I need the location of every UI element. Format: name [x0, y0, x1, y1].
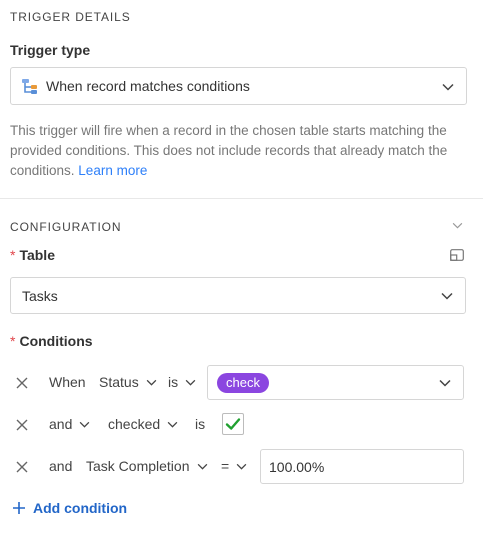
required-mark: * — [10, 247, 16, 263]
condition-operator: is — [168, 374, 179, 390]
add-condition-button[interactable]: Add condition — [12, 500, 127, 516]
remove-condition-icon[interactable] — [14, 459, 30, 475]
condition-operator-dropdown[interactable]: = — [221, 458, 247, 474]
collapse-chevron-icon[interactable] — [452, 222, 463, 229]
trigger-type-select[interactable]: When record matches conditions — [10, 67, 467, 105]
table-label-text: Table — [19, 247, 55, 263]
table-value: Tasks — [22, 288, 58, 304]
plus-icon — [13, 502, 25, 514]
section-divider — [0, 198, 483, 199]
condition-row: and Task Completion = 100.00% — [0, 449, 483, 485]
condition-field: Task Completion — [86, 458, 190, 474]
table-select[interactable]: Tasks — [10, 277, 466, 314]
condition-value-checkbox[interactable] — [222, 413, 244, 435]
trigger-type-icon — [21, 78, 39, 96]
required-mark: * — [10, 333, 16, 349]
learn-more-link[interactable]: Learn more — [78, 163, 147, 178]
condition-value-input[interactable]: 100.00% — [260, 449, 464, 484]
trigger-details-heading: TRIGGER DETAILS — [10, 10, 131, 24]
condition-connector: and — [49, 458, 73, 474]
trigger-description-text: This trigger will fire when a record in … — [10, 123, 448, 178]
condition-connector-dropdown[interactable]: and — [49, 416, 90, 432]
chevron-down-icon — [185, 379, 196, 386]
trigger-type-value: When record matches conditions — [46, 78, 250, 94]
condition-operator: = — [221, 458, 230, 474]
condition-operator: is — [195, 416, 206, 432]
condition-row: When Status is check — [0, 365, 483, 401]
condition-field-dropdown[interactable]: checked — [108, 416, 178, 432]
condition-value: 100.00% — [269, 459, 325, 475]
expand-record-icon[interactable] — [450, 249, 464, 261]
chevron-down-icon — [236, 463, 247, 470]
status-pill: check — [217, 373, 269, 393]
chevron-down-icon — [80, 421, 90, 428]
condition-connector: and — [49, 416, 73, 432]
conditions-label-text: Conditions — [19, 333, 93, 349]
condition-field-dropdown[interactable]: Status — [99, 374, 157, 390]
condition-operator-dropdown[interactable]: is — [168, 374, 196, 390]
trigger-description: This trigger will fire when a record in … — [10, 121, 470, 181]
condition-field: Status — [99, 374, 139, 390]
chevron-down-icon — [146, 379, 157, 386]
chevron-down-icon — [439, 379, 451, 387]
trigger-type-label: Trigger type — [10, 42, 91, 58]
table-label: * Table — [10, 247, 55, 263]
chevron-down-icon — [442, 83, 454, 91]
remove-condition-icon[interactable] — [14, 375, 30, 391]
conditions-label: * Conditions — [10, 333, 93, 349]
condition-value-select[interactable]: check — [207, 365, 464, 400]
chevron-down-icon — [197, 463, 207, 470]
condition-field: checked — [108, 416, 161, 432]
configuration-heading: CONFIGURATION — [10, 220, 122, 234]
remove-condition-icon[interactable] — [14, 417, 30, 433]
chevron-down-icon — [167, 421, 178, 428]
condition-field-dropdown[interactable]: Task Completion — [86, 458, 208, 474]
add-condition-label: Add condition — [33, 500, 128, 516]
condition-row: and checked is — [0, 407, 483, 443]
chevron-down-icon — [441, 292, 453, 300]
checkmark-icon — [225, 418, 241, 430]
condition-connector: When — [49, 374, 86, 390]
